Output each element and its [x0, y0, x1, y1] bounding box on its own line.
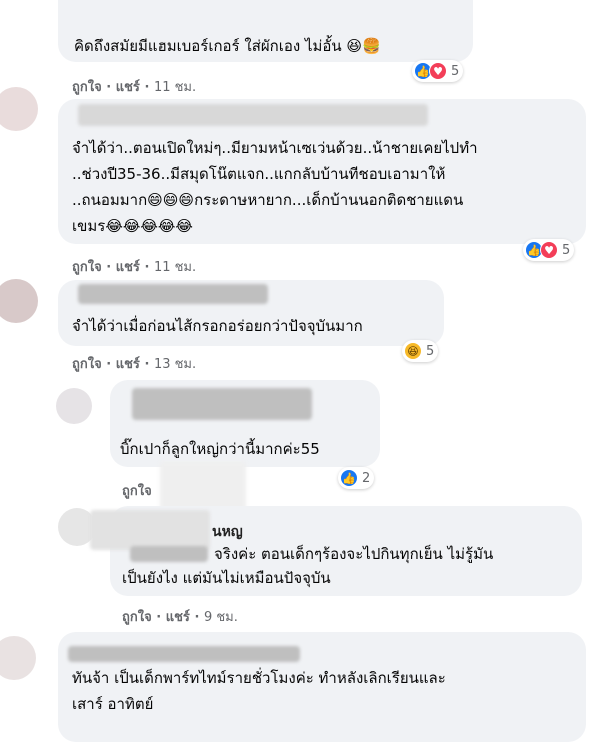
timestamp[interactable]: 13 ชม. — [154, 357, 196, 372]
comment-text: เสาร์ อาทิตย์ — [72, 695, 154, 713]
reaction-count: 5 — [426, 343, 435, 359]
comment-text: จำได้ว่า..ตอนเปิดใหม่ๆ..มียามหน้าเซเว่นด… — [72, 139, 478, 157]
comment-text: เป็นยังไง แต่มันไม่เหมือนปัจจุบัน — [122, 569, 331, 587]
avatar[interactable] — [0, 636, 36, 680]
love-reaction-icon: ♥ — [540, 241, 558, 259]
like-link[interactable]: ถูกใจ — [72, 80, 102, 95]
reaction-summary[interactable]: 😆 5 — [402, 340, 439, 362]
share-link[interactable]: แชร์ — [116, 260, 140, 275]
comment-actions: ถูกใจ · แชร์ · 11 ชม. — [72, 260, 197, 275]
commenter-name[interactable] — [132, 388, 312, 420]
comment-actions: ถูกใจ · แชร์ · 11 ชม. — [72, 80, 197, 95]
commenter-name[interactable] — [90, 510, 210, 550]
like-reaction-icon: 👍 — [340, 469, 358, 487]
comment-actions: ถูกใจ · แชร์ · 9 ชม. — [122, 610, 238, 625]
commenter-name[interactable] — [78, 284, 268, 304]
reaction-count: 2 — [362, 470, 371, 486]
share-link[interactable]: แชร์ — [116, 357, 140, 372]
love-reaction-icon: ♥ — [429, 62, 447, 80]
share-link[interactable]: แชร์ — [116, 80, 140, 95]
timestamp[interactable]: 11 ชม. — [154, 260, 196, 275]
comment-text: เขมร😂😂😂😂😂 — [72, 217, 193, 235]
avatar[interactable] — [0, 279, 38, 323]
comment-actions: ถูกใจ · แชร์ · 13 ชม. — [72, 357, 197, 372]
haha-reaction-icon: 😆 — [404, 342, 422, 360]
commenter-name-partial: นหญ — [212, 524, 243, 540]
commenter-name[interactable] — [68, 646, 300, 662]
avatar[interactable] — [0, 87, 38, 131]
like-link[interactable]: ถูกใจ — [122, 484, 152, 499]
reaction-summary[interactable]: 👍 ♥ 5 — [523, 239, 575, 261]
like-link[interactable]: ถูกใจ — [72, 357, 102, 372]
reaction-count: 5 — [451, 63, 460, 79]
reaction-count: 5 — [562, 242, 571, 258]
comment-text: คิดถึงสมัยมีแฮมเบอร์เกอร์ ใส่ผักเอง ไม่อ… — [74, 37, 381, 55]
comment-text: จำได้ว่าเมื่อก่อนไส้กรอกอร่อยกว่าปัจจุบั… — [72, 317, 363, 335]
comment-text: ..ช่วงปี35-36..มีสมุดโน๊ตแจก..แกกลับบ้าน… — [72, 165, 446, 183]
comment-text: บิ๊กเปาก็ลูกใหญ่กว่านี้มากค่ะ55 — [120, 440, 320, 458]
reaction-summary[interactable]: 👍 ♥ 5 — [412, 60, 464, 82]
timestamp[interactable]: 11 ชม. — [154, 80, 196, 95]
commenter-name[interactable] — [130, 546, 208, 562]
like-link[interactable]: ถูกใจ — [72, 260, 102, 275]
comment-text: ..ถนอมมาก😄😄😄กระดาษหายาก...เด็กบ้านนอกติด… — [72, 191, 464, 209]
share-link[interactable]: แชร์ — [166, 610, 190, 625]
comment-text: จริงค่ะ ตอนเด็กๆร้องจะไปกินทุกเย็น ไม่รู… — [214, 545, 494, 563]
timestamp[interactable]: 9 ชม. — [204, 610, 238, 625]
reaction-summary[interactable]: 👍 2 — [338, 467, 375, 489]
commenter-name[interactable] — [78, 104, 428, 126]
avatar[interactable] — [56, 388, 92, 424]
like-link[interactable]: ถูกใจ — [122, 610, 152, 625]
comment-text: ทันจ้า เป็นเด็กพาร์ทไทม์รายชั่วโมงค่ะ ทำ… — [72, 669, 446, 687]
